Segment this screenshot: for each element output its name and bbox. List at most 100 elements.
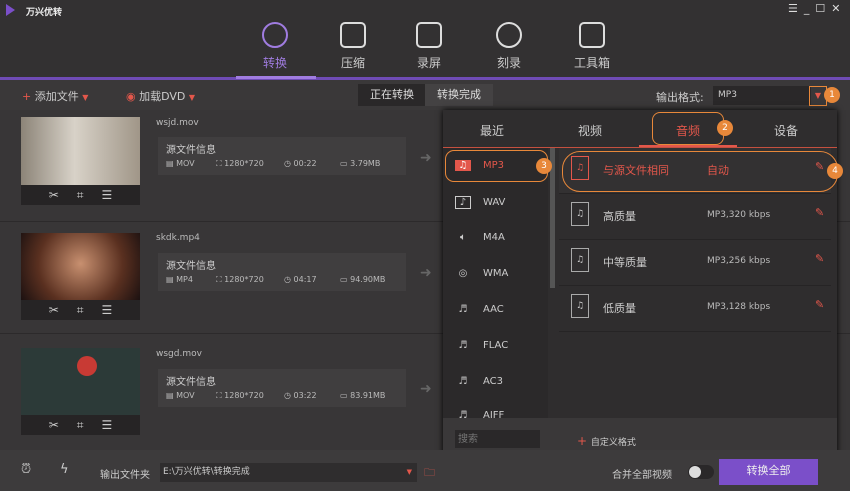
edit-toolbar: ✂ ⌗ ☰ <box>21 415 140 435</box>
folder-icon[interactable]: 🗀︎ <box>424 464 435 483</box>
size-value: ▭ 83.91MB <box>340 391 386 400</box>
edit-icon[interactable]: ✎ <box>815 206 824 219</box>
crop-icon[interactable]: ⌗ <box>77 418 84 433</box>
chevron-down-icon: ▼ <box>406 468 412 476</box>
cut-icon[interactable]: ✂ <box>49 418 59 432</box>
highlight-ring <box>562 151 838 192</box>
output-format-select[interactable]: MP3 <box>713 86 811 105</box>
file-name: wsjd.mov <box>156 118 199 128</box>
source-info: 源文件信息 ▤ MP4 ⛶ 1280*720 ◷ 04:17 ▭ 94.90MB <box>158 253 406 291</box>
burn-icon <box>496 22 522 48</box>
crop-icon[interactable]: ⌗ <box>77 303 84 318</box>
nav-record[interactable]: 录屏 <box>394 22 464 71</box>
step-badge-4: 4 <box>827 163 843 179</box>
format-item-wma[interactable]: ◎ WMA <box>455 268 545 279</box>
logo-icon <box>6 4 15 16</box>
flac-icon: ♬ <box>458 340 468 351</box>
plus-icon: + <box>577 434 591 448</box>
edit-toolbar: ✂ ⌗ ☰ <box>21 300 140 320</box>
file-name: wsgd.mov <box>156 349 202 359</box>
close-icon[interactable]: ✕ <box>831 2 846 15</box>
edit-icon[interactable]: ✎ <box>815 298 824 311</box>
plus-icon: + <box>22 90 35 103</box>
video-thumbnail[interactable] <box>21 233 140 301</box>
video-thumbnail[interactable] <box>21 117 140 185</box>
duration-value: ◷ 04:17 <box>284 275 317 284</box>
format-value: ▤ MP4 <box>166 275 193 284</box>
music-note-icon: ♫ <box>455 160 471 171</box>
menu-icon[interactable]: ☰ <box>788 2 804 15</box>
speaker-icon: 🔈︎ <box>460 232 466 243</box>
format-item-mp3[interactable]: ♫ MP3 <box>455 160 545 171</box>
dvd-icon: ◉ <box>126 90 140 103</box>
toolbox-icon <box>579 22 605 48</box>
video-thumbnail[interactable] <box>21 348 140 416</box>
add-file-button[interactable]: + 添加文件 ▼ <box>22 88 88 104</box>
source-info: 源文件信息 ▤ MOV ⛶ 1280*720 ◷ 03:22 ▭ 83.91MB <box>158 369 406 407</box>
nav-toolbox[interactable]: 工具箱 <box>557 22 627 71</box>
format-value: ▤ MOV <box>166 391 195 400</box>
quality-item-medium[interactable]: ♫ 中等质量 MP3,256 kbps ✎ <box>559 240 831 286</box>
high-quality-icon: ♫ <box>571 202 589 226</box>
minimize-icon[interactable]: _ <box>804 2 816 15</box>
cut-icon[interactable]: ✂ <box>49 188 59 202</box>
format-item-wav[interactable]: ♪ WAV <box>455 196 545 209</box>
file-name: skdk.mp4 <box>156 233 200 243</box>
output-format-label: 输出格式: <box>656 91 704 104</box>
settings-icon[interactable]: ☰ <box>102 188 113 202</box>
aiff-icon: ♬ <box>458 410 468 418</box>
settings-icon[interactable]: ☰ <box>102 303 113 317</box>
load-dvd-button[interactable]: ◉ 加载DVD ▼ <box>126 88 195 104</box>
output-folder-select[interactable]: E:\万兴优转\转换完成 ▼ <box>160 463 417 482</box>
edit-icon[interactable]: ✎ <box>815 252 824 265</box>
aac-icon: ♬ <box>458 304 468 315</box>
alarm-clock-icon[interactable]: ⏰︎ <box>21 462 31 477</box>
tab-converting[interactable]: 正在转换 <box>358 84 426 106</box>
lightning-icon[interactable]: ϟ <box>60 462 69 477</box>
settings-icon[interactable]: ☰ <box>102 418 113 432</box>
step-badge-2: 2 <box>717 120 733 136</box>
tab-recent[interactable]: 最近 <box>443 122 541 139</box>
format-item-flac[interactable]: ♬ FLAC <box>455 340 545 351</box>
resolution-value: ⛶ 1280*720 <box>216 391 264 400</box>
arrow-right-icon: ➜ <box>420 150 432 166</box>
tab-device[interactable]: 设备 <box>737 122 835 139</box>
nav-convert[interactable]: 转换 <box>240 22 310 71</box>
convert-all-button[interactable]: 转换全部 <box>719 459 818 485</box>
resolution-value: ⛶ 1280*720 <box>216 159 264 168</box>
maximize-icon[interactable]: ☐ <box>815 2 831 15</box>
highlight-ring <box>652 112 724 145</box>
merge-toggle[interactable] <box>688 465 714 479</box>
compress-icon <box>340 22 366 48</box>
tab-video[interactable]: 视频 <box>541 122 639 139</box>
duration-value: ◷ 00:22 <box>284 159 317 168</box>
format-item-m4a[interactable]: 🔈︎ M4A <box>455 232 545 243</box>
wma-icon: ◎ <box>458 268 468 279</box>
resolution-value: ⛶ 1280*720 <box>216 275 264 284</box>
nav-compress[interactable]: 压缩 <box>318 22 388 71</box>
app-title: 万兴优转 <box>26 8 63 18</box>
record-icon <box>416 22 442 48</box>
merge-label: 合并全部视频 <box>612 470 672 481</box>
size-value: ▭ 3.79MB <box>340 159 381 168</box>
step-badge-1: 1 <box>824 87 840 103</box>
format-item-aiff[interactable]: ♬ AIFF <box>455 410 545 418</box>
wav-icon: ♪ <box>455 196 471 209</box>
medium-quality-icon: ♫ <box>571 248 589 272</box>
nav-burn[interactable]: 刻录 <box>474 22 544 71</box>
source-info: 源文件信息 ▤ MOV ⛶ 1280*720 ◷ 00:22 ▭ 3.79MB <box>158 137 406 175</box>
format-value: ▤ MOV <box>166 159 195 168</box>
tab-converted[interactable]: 转换完成 <box>425 84 493 106</box>
cut-icon[interactable]: ✂ <box>49 303 59 317</box>
quality-item-high[interactable]: ♫ 高质量 MP3,320 kbps ✎ <box>559 194 831 240</box>
output-folder-label: 输出文件夹 <box>100 470 150 481</box>
search-input[interactable] <box>455 430 540 448</box>
format-item-aac[interactable]: ♬ AAC <box>455 304 545 315</box>
custom-format-button[interactable]: + 自定义格式 <box>577 434 636 448</box>
arrow-right-icon: ➜ <box>420 265 432 281</box>
quality-item-low[interactable]: ♫ 低质量 MP3,128 kbps ✎ <box>559 286 831 332</box>
low-quality-icon: ♫ <box>571 294 589 318</box>
crop-icon[interactable]: ⌗ <box>77 188 84 203</box>
active-indicator <box>236 76 316 79</box>
format-item-ac3[interactable]: ♬ AC3 <box>455 376 545 387</box>
